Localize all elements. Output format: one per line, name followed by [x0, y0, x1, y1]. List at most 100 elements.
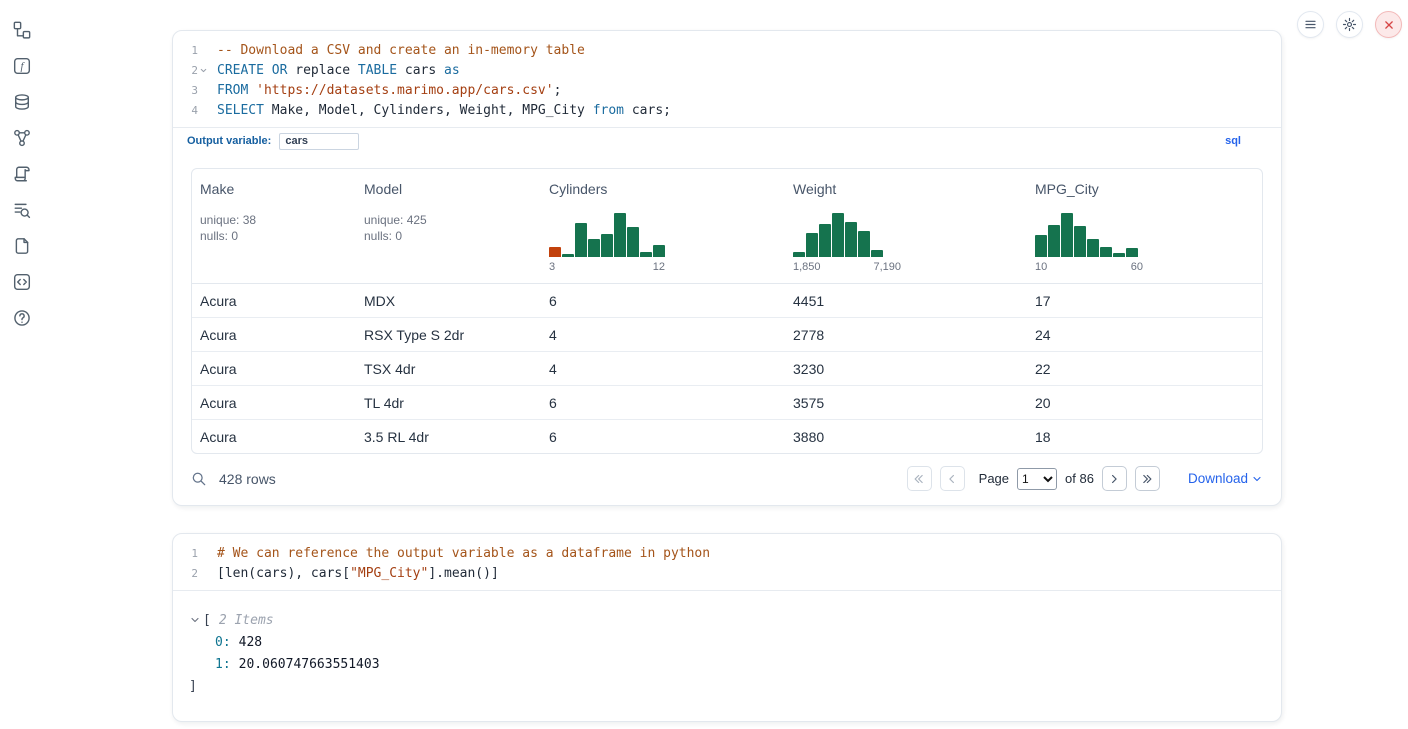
table-row[interactable]: Acura3.5 RL 4dr6388018: [192, 419, 1262, 453]
table-cell: Acura: [192, 352, 356, 385]
column-stats: unique: 425nulls: 0: [364, 212, 533, 244]
fold-spacer: [198, 568, 209, 579]
histogram-axis-labels: 312: [549, 261, 665, 273]
table-cell: TSX 4dr: [356, 352, 541, 385]
row-count: 428 rows: [219, 471, 276, 487]
tree-entry: 0:428: [189, 631, 1265, 653]
table-cell: Acura: [192, 318, 356, 351]
table-cell: RSX Type S 2dr: [356, 318, 541, 351]
python-output: [2 Items0:4281:20.060747663551403]: [173, 590, 1281, 721]
shutdown-button[interactable]: [1375, 11, 1402, 38]
chevrons-left-icon: [912, 472, 926, 486]
column-header-make[interactable]: Make: [200, 181, 234, 197]
table-row[interactable]: AcuraTSX 4dr4323022: [192, 351, 1262, 385]
code-line: 2CREATE OR replace TABLE cars as: [173, 60, 1281, 80]
data-table: Make unique: 38nulls: 0 Model unique: 425nu…: [191, 168, 1263, 454]
python-code-editor[interactable]: 1 # We can reference the output variable …: [173, 534, 1281, 590]
table-cell: Acura: [192, 284, 356, 317]
sidebar-help-button[interactable]: [9, 306, 35, 330]
documentation-icon: [13, 165, 31, 183]
table-row[interactable]: AcuraRSX Type S 2dr4277824: [192, 317, 1262, 351]
page-total-label: of 86: [1065, 471, 1094, 486]
line-gutter: 4: [173, 104, 209, 117]
sidebar-snippets-button[interactable]: [9, 270, 35, 294]
table-row[interactable]: AcuraMDX6445117: [192, 284, 1262, 317]
output-variable-input[interactable]: [279, 133, 359, 150]
chevron-right-icon: [1107, 472, 1121, 486]
table-cell: 6: [541, 284, 785, 317]
line-gutter: 2: [173, 64, 209, 77]
table-cell: Acura: [192, 420, 356, 453]
help-icon: [13, 309, 31, 327]
search-button[interactable]: [191, 471, 207, 487]
table-cell: 3575: [785, 386, 1027, 419]
table-cell: TL 4dr: [356, 386, 541, 419]
sidebar-documentation-button[interactable]: [9, 162, 35, 186]
histogram-mpg_city[interactable]: [1035, 211, 1138, 257]
column-header-weight[interactable]: Weight: [793, 181, 836, 197]
tree-entry-key: 0:: [215, 635, 231, 650]
line-number: 4: [184, 104, 198, 117]
next-page-button[interactable]: [1102, 466, 1127, 491]
fold-toggle-icon[interactable]: [198, 65, 209, 76]
language-badge: sql: [1225, 135, 1241, 147]
table-body: AcuraMDX6445117AcuraRSX Type S 2dr427782…: [192, 284, 1262, 453]
table-cell: 18: [1027, 420, 1262, 453]
sidebar-variables-button[interactable]: f: [9, 54, 35, 78]
table-cell: 20: [1027, 386, 1262, 419]
fold-spacer: [198, 548, 209, 559]
table-cell: Acura: [192, 386, 356, 419]
sql-code-editor[interactable]: 1-- Download a CSV and create an in-memo…: [173, 31, 1281, 127]
tree-collapse-toggle[interactable]: [189, 614, 203, 626]
line-number: 1: [184, 547, 198, 560]
last-page-button[interactable]: [1135, 466, 1160, 491]
table-cell: 6: [541, 386, 785, 419]
histogram-axis-labels: 1,8507,190: [793, 261, 901, 273]
code-line: 2[len(cars), cars["MPG_City"].mean()]: [173, 563, 1281, 583]
table-cell: 3880: [785, 420, 1027, 453]
sql-cell-footer: Output variable: sql: [173, 127, 1281, 154]
sidebar-datasources-button[interactable]: [9, 90, 35, 114]
sidebar-dependencies-button[interactable]: [9, 126, 35, 150]
column-header-model[interactable]: Model: [364, 181, 402, 197]
first-page-button[interactable]: [907, 466, 932, 491]
items-count: 2 Items: [219, 613, 274, 628]
page-select[interactable]: 1: [1017, 468, 1057, 490]
chevrons-right-icon: [1140, 472, 1154, 486]
sidebar-scratchpad-button[interactable]: [9, 234, 35, 258]
code-text: # We can reference the output variable a…: [209, 546, 710, 561]
close-bracket: ]: [189, 679, 197, 694]
scratchpad-icon: [13, 237, 31, 255]
table-row[interactable]: AcuraTL 4dr6357520: [192, 385, 1262, 419]
settings-button[interactable]: [1336, 11, 1363, 38]
chevron-left-icon: [945, 472, 959, 486]
table-cell: 2778: [785, 318, 1027, 351]
download-button[interactable]: Download: [1188, 471, 1263, 486]
menu-button[interactable]: [1297, 11, 1324, 38]
column-stats: unique: 38nulls: 0: [200, 212, 348, 244]
code-line: 4 SELECT Make, Model, Cylinders, Weight, …: [173, 100, 1281, 120]
search-icon: [191, 471, 207, 487]
notebook: 1-- Download a CSV and create an in-memo…: [172, 30, 1282, 722]
chevron-down-icon: [189, 614, 201, 626]
python-cell: 1 # We can reference the output variable …: [172, 533, 1282, 722]
datasources-icon: [13, 93, 31, 111]
table-cell: 3.5 RL 4dr: [356, 420, 541, 453]
download-label: Download: [1188, 471, 1248, 486]
line-number: 1: [184, 44, 198, 57]
code-line: 1-- Download a CSV and create an in-memo…: [173, 40, 1281, 60]
sidebar-logs-button[interactable]: [9, 198, 35, 222]
code-text: SELECT Make, Model, Cylinders, Weight, M…: [209, 103, 671, 118]
logs-icon: [13, 201, 31, 219]
code-text: [len(cars), cars["MPG_City"].mean()]: [209, 566, 499, 581]
code-text: FROM 'https://datasets.marimo.app/cars.c…: [209, 83, 561, 98]
column-header-cylinders[interactable]: Cylinders: [549, 181, 607, 197]
sidebar-file-explorer-button[interactable]: [9, 18, 35, 42]
fold-spacer: [198, 105, 209, 116]
page-label: Page: [979, 471, 1009, 486]
tree-entry-key: 1:: [215, 657, 231, 672]
histogram-cylinders[interactable]: [549, 211, 665, 257]
histogram-weight[interactable]: [793, 211, 883, 257]
prev-page-button[interactable]: [940, 466, 965, 491]
column-header-mpg_city[interactable]: MPG_City: [1035, 181, 1099, 197]
